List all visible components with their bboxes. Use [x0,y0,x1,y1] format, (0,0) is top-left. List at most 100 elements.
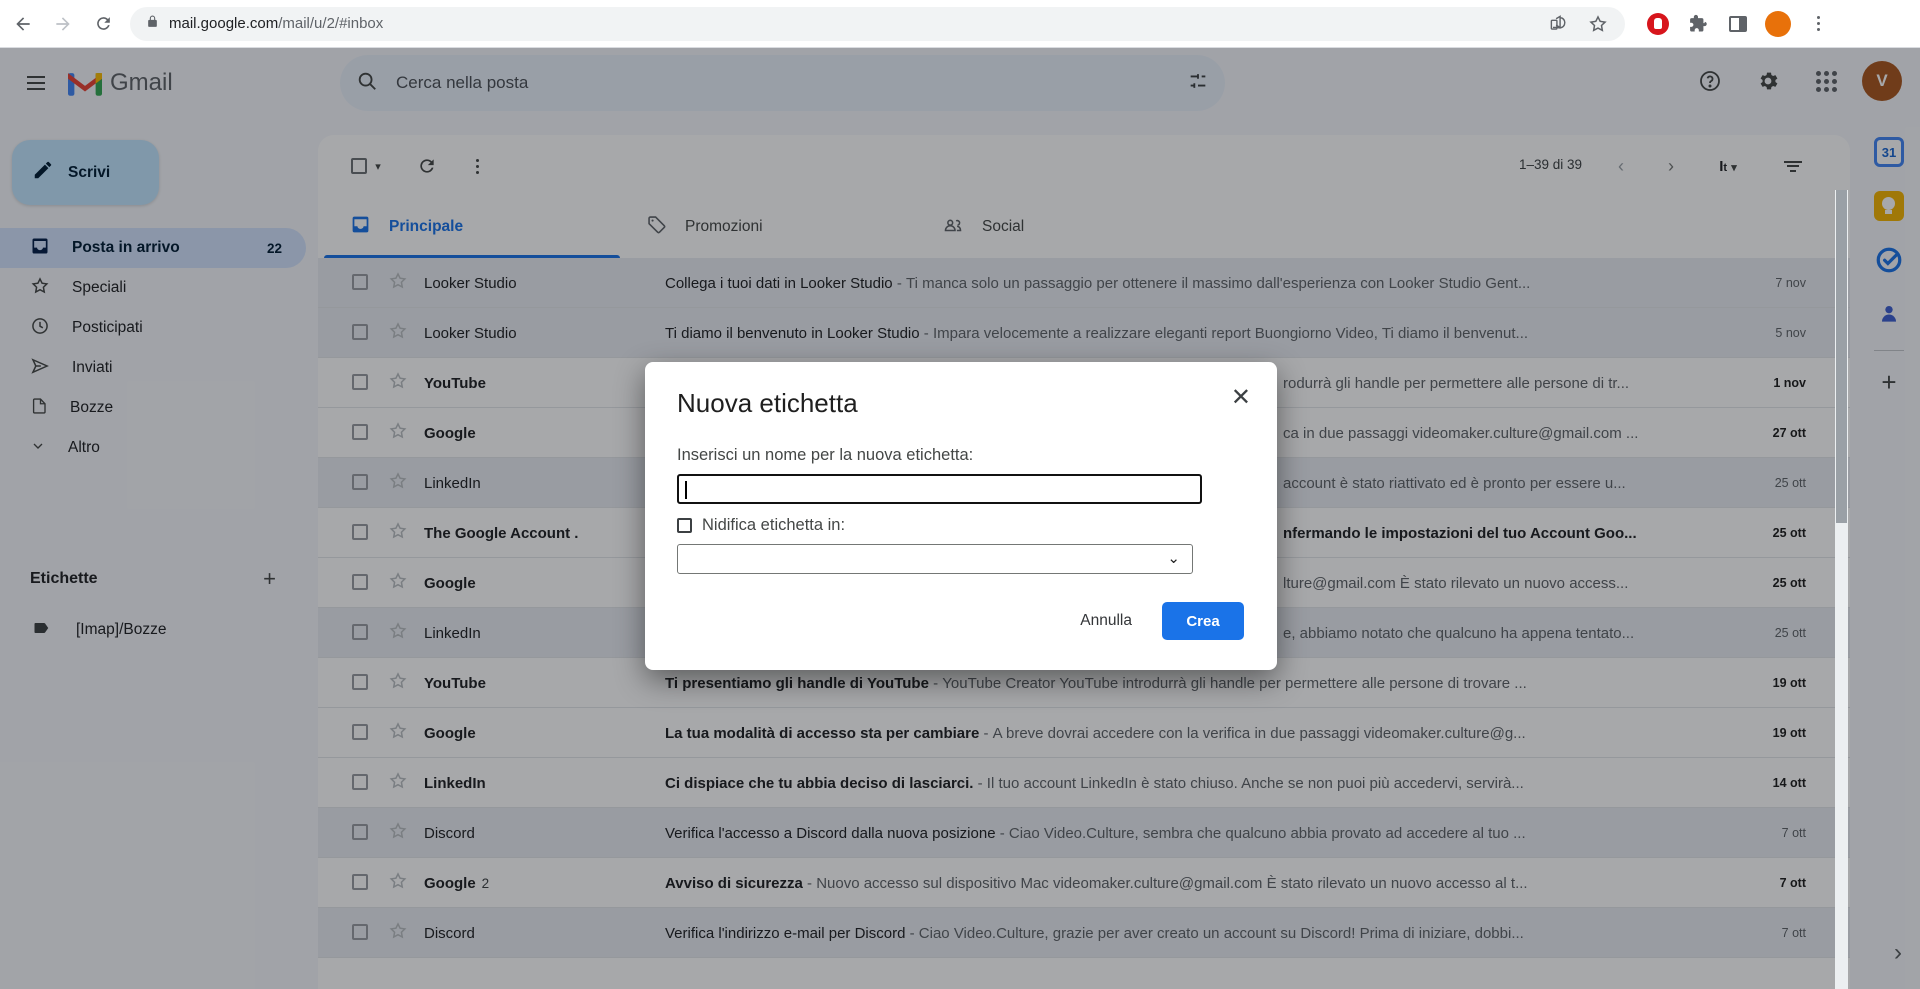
email-checkbox[interactable] [352,924,368,940]
email-checkbox[interactable] [352,574,368,590]
share-icon[interactable] [1541,7,1575,41]
email-date: 7 ott [1782,908,1806,958]
email-row[interactable]: Looker StudioTi diamo il benvenuto in Lo… [318,308,1850,358]
calendar-icon[interactable]: 31 [1869,132,1909,172]
email-checkbox[interactable] [352,774,368,790]
help-icon[interactable] [1688,59,1732,103]
email-checkbox[interactable] [352,424,368,440]
email-row[interactable]: DiscordVerifica l'accesso a Discord dall… [318,808,1850,858]
email-checkbox[interactable] [352,674,368,690]
apps-grid-icon[interactable] [1804,59,1848,103]
close-icon[interactable]: ✕ [1231,386,1251,410]
star-icon[interactable] [388,521,408,546]
email-sender: Google2 [424,858,664,908]
select-dropdown-icon[interactable]: ▾ [370,149,386,183]
tab-label: Promozioni [685,218,763,236]
email-row[interactable]: LinkedInCi dispiace che tu abbia deciso … [318,758,1850,808]
nest-checkbox[interactable] [677,518,692,533]
email-checkbox[interactable] [352,324,368,340]
star-icon[interactable] [388,771,408,796]
sidebar-item-speciali[interactable]: Speciali [0,268,306,308]
sidebar-item-inviati[interactable]: Inviati [0,348,306,388]
split-pane-icon[interactable] [1776,149,1810,183]
cancel-button[interactable]: Annulla [1080,612,1132,630]
email-sender: The Google Account . [424,508,664,558]
email-date: 1 nov [1773,358,1806,408]
gmail-logo[interactable]: Gmail [68,69,173,97]
email-subject-snippet: Ti diamo il benvenuto in Looker Studio -… [665,308,1740,358]
settings-gear-icon[interactable] [1746,59,1790,103]
reload-icon[interactable] [86,7,120,41]
url-bar[interactable]: mail.google.com/mail/u/2/#inbox [130,7,1625,41]
star-icon[interactable] [388,271,408,296]
compose-button[interactable]: Scrivi [12,140,159,205]
more-vert-icon[interactable] [460,149,494,183]
search-bar[interactable]: Cerca nella posta [340,55,1225,111]
forward-icon[interactable] [46,7,80,41]
sidebar-item-bozze[interactable]: Bozze [0,388,306,428]
pagination-text: 1–39 di 39 [1519,157,1582,172]
bookmark-star-icon[interactable] [1581,7,1615,41]
email-checkbox[interactable] [352,374,368,390]
list-scrollbar[interactable] [1835,190,1848,989]
star-icon[interactable] [388,871,408,896]
email-checkbox[interactable] [352,874,368,890]
hamburger-icon[interactable] [12,59,60,107]
email-checkbox[interactable] [352,624,368,640]
star-icon[interactable] [388,421,408,446]
add-label-icon[interactable]: + [263,566,290,592]
sidebar-item-posticipati[interactable]: Posticipati [0,308,306,348]
scrollbar-thumb[interactable] [1836,190,1847,523]
star-icon[interactable] [388,821,408,846]
create-button[interactable]: Crea [1162,602,1244,640]
unread-count: 22 [267,241,282,256]
label-icon [32,618,52,643]
keep-icon[interactable] [1869,186,1909,226]
star-icon[interactable] [388,721,408,746]
side-panel-icon[interactable] [1721,7,1755,41]
newer-chevron-icon[interactable]: ‹ [1604,149,1638,183]
tab-promozioni[interactable]: Promozioni [620,196,916,258]
email-checkbox[interactable] [352,524,368,540]
category-tabs: Principale Promozioni Social [324,196,1212,258]
star-icon[interactable] [388,921,408,946]
star-icon[interactable] [388,671,408,696]
contacts-icon[interactable] [1869,294,1909,334]
tab-principale[interactable]: Principale [324,196,620,258]
side-panel-rail: 31 + [1858,118,1920,989]
adblock-icon[interactable] [1641,7,1675,41]
parent-label-select[interactable]: ⌄ [677,544,1193,574]
input-tools-icon[interactable]: It ▾ [1702,149,1754,183]
extensions-puzzle-icon[interactable] [1681,7,1715,41]
profile-avatar[interactable] [1761,7,1795,41]
account-avatar[interactable]: V [1862,61,1902,101]
tune-icon[interactable] [1187,70,1209,97]
collapse-panel-icon[interactable]: › [1894,939,1902,967]
star-icon[interactable] [388,621,408,646]
older-chevron-icon[interactable]: › [1654,149,1688,183]
menu-dots-icon[interactable] [1801,7,1835,41]
sidebar-item-altro[interactable]: Altro [0,428,306,468]
tasks-icon[interactable] [1869,240,1909,280]
email-row[interactable]: GoogleLa tua modalità di accesso sta per… [318,708,1850,758]
email-checkbox[interactable] [352,824,368,840]
email-checkbox[interactable] [352,274,368,290]
email-row[interactable]: DiscordVerifica l'indirizzo e-mail per D… [318,908,1850,958]
email-checkbox[interactable] [352,474,368,490]
tab-social[interactable]: Social [916,196,1212,258]
sidebar-item-posta-in-arrivo[interactable]: Posta in arrivo22 [0,228,306,268]
label-name-input[interactable] [677,474,1202,504]
star-icon[interactable] [388,471,408,496]
star-icon[interactable] [388,371,408,396]
star-icon[interactable] [388,571,408,596]
get-addons-icon[interactable]: + [1858,367,1920,398]
email-row[interactable]: Looker StudioCollega i tuoi dati in Look… [318,258,1850,308]
email-checkbox[interactable] [352,724,368,740]
email-row[interactable]: Google2Avviso di sicurezza - Nuovo acces… [318,858,1850,908]
new-label-dialog: Nuova etichetta ✕ Inserisci un nome per … [645,362,1277,670]
sidebar-item-imap-bozze[interactable]: [Imap]/Bozze [0,610,306,650]
back-icon[interactable] [6,7,40,41]
refresh-icon[interactable] [410,149,444,183]
search-icon[interactable] [356,70,378,97]
star-icon[interactable] [388,321,408,346]
